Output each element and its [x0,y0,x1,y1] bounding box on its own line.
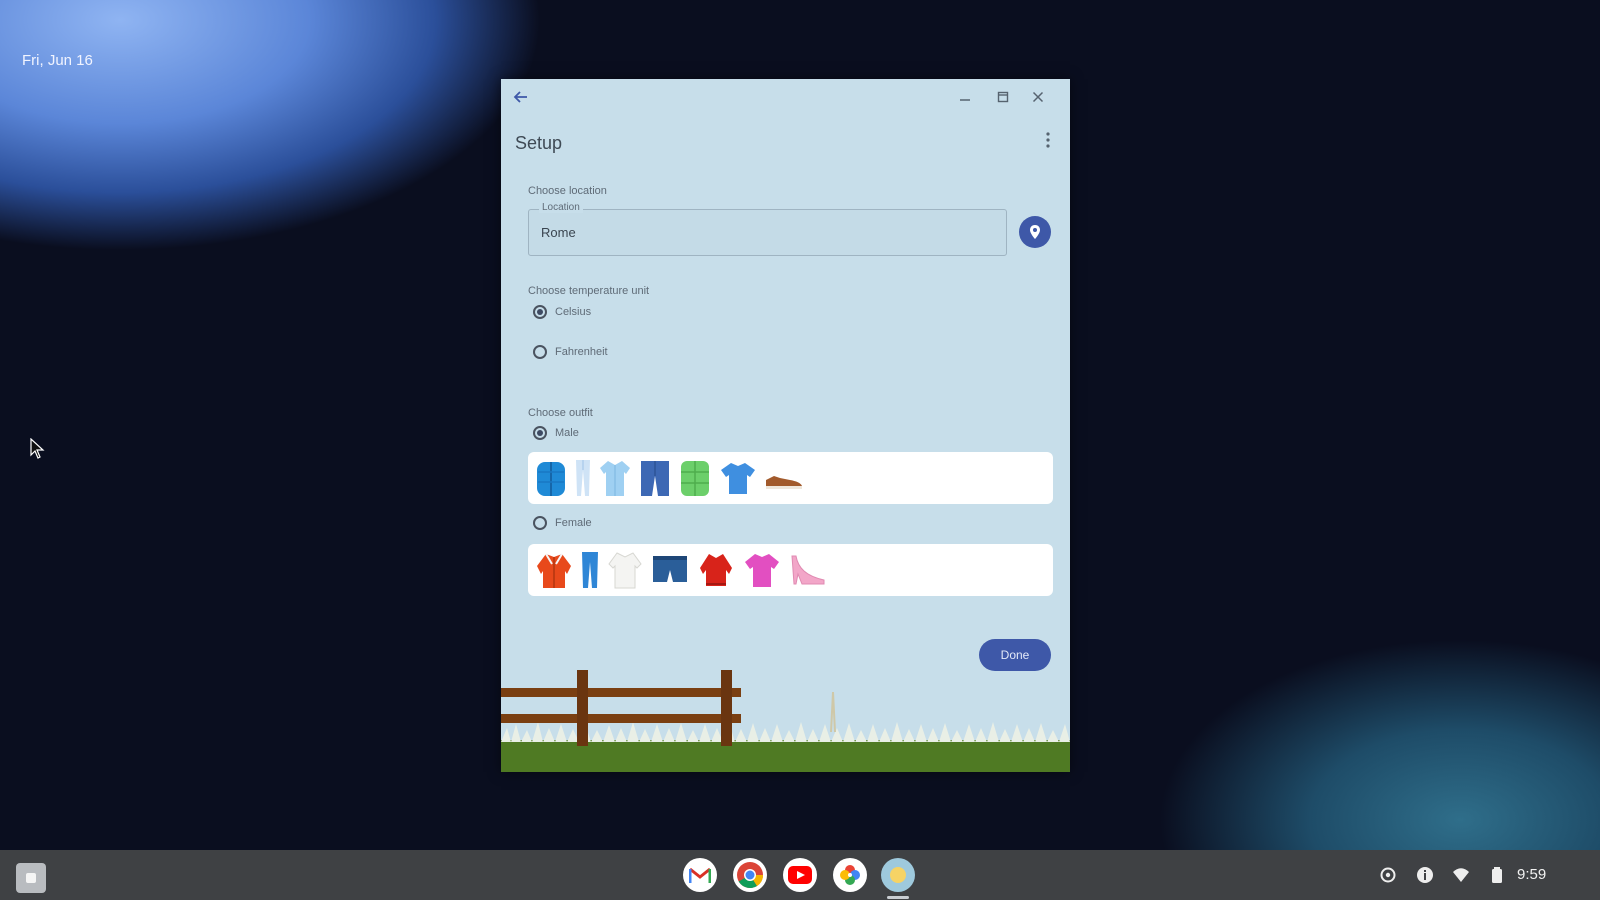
close-icon[interactable] [1026,85,1050,109]
minimize-icon[interactable] [953,85,977,109]
male-outfit-strip[interactable] [528,452,1053,504]
radio-male[interactable]: Male [533,423,579,443]
location-field-value: Rome [541,225,576,240]
setup-window: Setup Choose location Location Rome Choo… [501,79,1070,772]
radio-female[interactable]: Female [533,513,592,533]
sweater-icon [700,554,732,586]
radio-fahrenheit-label: Fahrenheit [555,346,608,358]
radio-button-unchecked[interactable] [533,516,547,530]
window-titlebar [501,79,1070,115]
vest-icon [681,461,709,496]
launcher-icon [26,873,36,883]
tshirt-icon [721,463,755,494]
gmail-icon[interactable] [683,858,717,892]
launcher-button[interactable] [16,863,46,893]
chrome-icon[interactable] [733,858,767,892]
temperature-section-label: Choose temperature unit [528,285,650,297]
radio-fahrenheit[interactable]: Fahrenheit [533,342,608,362]
more-options-icon[interactable] [1044,131,1052,153]
jeans-icon [582,552,598,588]
shorts-icon [653,556,687,582]
wifi-icon[interactable] [1452,866,1470,884]
outfit-section-label: Choose outfit [528,407,593,419]
radio-male-label: Male [555,427,579,439]
active-app-indicator [887,896,909,899]
puffer-jacket-icon [537,462,565,496]
jeans-icon [576,460,590,496]
battery-icon[interactable] [1488,866,1506,884]
desktop-date: Fri, Jun 16 [22,52,93,69]
maximize-icon[interactable] [991,85,1015,109]
page-title: Setup [515,133,563,153]
radio-celsius-label: Celsius [555,306,592,318]
settings-status-icon[interactable] [1379,866,1397,884]
radio-female-label: Female [555,517,592,529]
info-status-icon[interactable] [1416,866,1434,884]
tshirt-icon [745,554,779,587]
locate-me-button[interactable] [1019,216,1051,248]
female-outfit-strip[interactable] [528,544,1053,596]
photos-icon[interactable] [833,858,867,892]
shorts-icon [641,461,669,496]
wallpaper-accent [1130,620,1600,850]
heel-icon [791,555,825,585]
radio-button-checked[interactable] [533,305,547,319]
weather-app-icon[interactable] [881,858,915,892]
shoe-icon [766,476,802,489]
shirt-icon [600,461,630,496]
location-section-label: Choose location [528,185,607,197]
back-arrow-icon[interactable] [509,85,533,109]
jacket-icon [537,553,571,588]
mouse-cursor-icon [30,438,45,459]
location-field-label: Location [539,202,583,213]
youtube-icon[interactable] [783,858,817,892]
location-field[interactable]: Location Rome [528,202,1007,256]
fence-grass-illustration [501,670,1070,772]
radio-button-unchecked[interactable] [533,345,547,359]
clock[interactable]: 9:59 [1517,866,1546,883]
blouse-icon [608,552,642,589]
radio-celsius[interactable]: Celsius [533,302,591,322]
location-pin-icon [1030,225,1040,239]
radio-button-checked[interactable] [533,426,547,440]
shelf: 9:59 [0,850,1600,900]
